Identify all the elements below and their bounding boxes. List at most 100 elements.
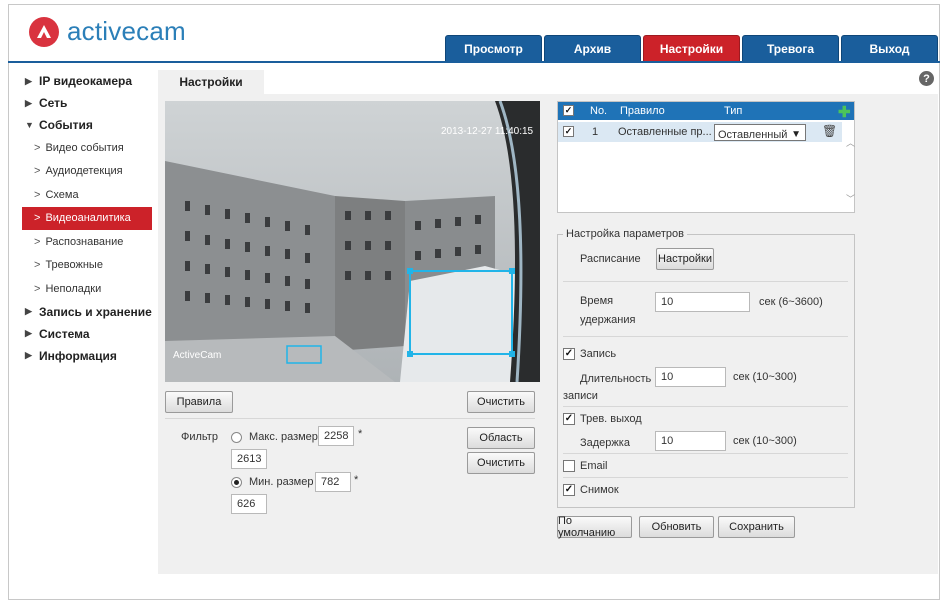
- snapshot-checkbox[interactable]: ✓: [563, 484, 575, 496]
- email-label: Email: [580, 460, 608, 472]
- logo-icon: [29, 16, 59, 47]
- row-no: 1: [592, 126, 599, 138]
- sidebar-item-video-analytics[interactable]: > Видеоаналитика: [22, 206, 152, 230]
- trash-icon[interactable]: 🗑: [822, 124, 837, 138]
- top-nav: Просмотр Архив Настройки Тревога Выход: [445, 35, 940, 62]
- duration-label: Длительность: [580, 373, 652, 385]
- record-label: Запись: [580, 348, 617, 360]
- triangle-down-icon: ▼: [25, 120, 34, 130]
- triangle-right-icon: ▶: [25, 306, 32, 316]
- divider: [563, 406, 848, 407]
- chevron-right-icon: >: [34, 259, 41, 272]
- select-all-checkbox[interactable]: ✓: [563, 105, 574, 116]
- refresh-button[interactable]: Обновить: [639, 516, 714, 538]
- min-size-radio[interactable]: [231, 477, 242, 488]
- col-type: Тип: [724, 105, 743, 117]
- max-width-input[interactable]: 2258: [318, 426, 354, 446]
- chevron-right-icon: >: [34, 282, 41, 295]
- divider: [563, 453, 848, 454]
- chevron-down-icon: ▼: [791, 129, 801, 140]
- triangle-right-icon: ▶: [25, 328, 32, 338]
- min-size-label: Мин. размер: [249, 476, 314, 488]
- schedule-settings-button[interactable]: Настройки: [656, 248, 714, 270]
- email-checkbox[interactable]: [563, 460, 575, 472]
- duration-label-2: записи: [563, 390, 598, 402]
- nav-tab-settings[interactable]: Настройки: [643, 35, 740, 62]
- hold-time-unit: сек (6~3600): [759, 296, 823, 308]
- duration-input[interactable]: 10: [655, 367, 726, 387]
- alarm-out-checkbox[interactable]: ✓: [563, 413, 575, 425]
- scroll-up-icon[interactable]: ︿: [846, 136, 855, 149]
- delay-input[interactable]: 10: [655, 431, 726, 451]
- alarm-out-label: Трев. выход: [580, 413, 642, 425]
- min-height-input[interactable]: 626: [231, 494, 267, 514]
- chevron-right-icon: >: [34, 141, 41, 154]
- snapshot-label: Снимок: [580, 484, 619, 496]
- add-rule-icon[interactable]: ✚: [838, 103, 851, 121]
- rules-table: ✓ No. Правило Тип ✚ ✓ 1 Оставленные пр..…: [557, 101, 855, 213]
- row-checkbox[interactable]: ✓: [563, 126, 574, 137]
- divider: [563, 281, 848, 282]
- sidebar-item-system[interactable]: ▶ Система: [22, 323, 152, 345]
- nav-tab-view[interactable]: Просмотр: [445, 35, 542, 62]
- sidebar-item-faults[interactable]: > Неполадки: [22, 277, 152, 301]
- record-checkbox[interactable]: ✓: [563, 348, 575, 360]
- hold-time-label-2: удержания: [580, 314, 636, 326]
- params-legend: Настройка параметров: [563, 228, 687, 240]
- video-preview[interactable]: 2013-12-27 11:40:15 ActiveCam: [165, 101, 540, 382]
- sidebar-item-info[interactable]: ▶ Информация: [22, 345, 152, 367]
- hold-time-input[interactable]: 10: [655, 292, 750, 312]
- min-width-input[interactable]: 782: [315, 472, 351, 492]
- help-icon[interactable]: ?: [919, 71, 934, 86]
- triangle-right-icon: ▶: [25, 97, 32, 108]
- save-button[interactable]: Сохранить: [718, 516, 795, 538]
- type-select[interactable]: Оставленный ▼: [714, 124, 806, 141]
- max-height-input[interactable]: 2613: [231, 449, 267, 469]
- scroll-down-icon[interactable]: ﹀: [846, 192, 855, 205]
- nav-tab-alarm[interactable]: Тревога: [742, 35, 839, 62]
- chevron-right-icon: >: [34, 188, 41, 201]
- divider: [563, 336, 848, 337]
- duration-unit: сек (10~300): [733, 371, 797, 383]
- nav-tab-archive[interactable]: Архив: [544, 35, 641, 62]
- max-size-label: Макс. размер: [249, 431, 318, 443]
- sidebar-item-ip-camera[interactable]: ▶ IP видеокамера: [22, 70, 152, 92]
- divider: [563, 477, 848, 478]
- clear-area-button[interactable]: Очистить: [467, 452, 535, 474]
- divider: [165, 418, 535, 419]
- filter-label: Фильтр: [181, 431, 218, 443]
- tab-settings-content[interactable]: Настройки: [158, 70, 264, 94]
- min-size-separator: *: [354, 474, 359, 486]
- rules-button[interactable]: Правила: [165, 391, 233, 413]
- max-size-radio[interactable]: [231, 432, 242, 443]
- max-size-separator: *: [358, 428, 363, 440]
- sidebar-item-alarms[interactable]: > Тревожные: [22, 254, 152, 278]
- row-rule: Оставленные пр...: [618, 126, 712, 138]
- header-divider: [8, 61, 940, 63]
- video-overlay-label: ActiveCam: [173, 350, 222, 361]
- area-button[interactable]: Область: [467, 427, 535, 449]
- chevron-right-icon: >: [34, 235, 41, 248]
- clear-button[interactable]: Очистить: [467, 391, 535, 413]
- logo-text: activecam: [67, 16, 186, 46]
- triangle-right-icon: ▶: [25, 75, 32, 86]
- delay-unit: сек (10~300): [733, 435, 797, 447]
- table-row[interactable]: ✓ 1 Оставленные пр... Оставленный ▼ 🗑: [558, 122, 842, 142]
- sidebar-item-schema[interactable]: > Схема: [22, 183, 152, 207]
- rules-table-header: ✓ No. Правило Тип ✚: [558, 102, 854, 121]
- sidebar-item-events[interactable]: ▼ События: [22, 114, 152, 136]
- default-button[interactable]: По умолчанию: [557, 515, 632, 539]
- chevron-right-icon: >: [34, 165, 41, 178]
- sidebar-item-video-events[interactable]: > Видео события: [22, 136, 152, 160]
- delay-label: Задержка: [580, 437, 630, 449]
- sidebar-item-audio-detection[interactable]: > Аудиодетекция: [22, 160, 152, 184]
- nav-tab-logout[interactable]: Выход: [841, 35, 938, 62]
- triangle-right-icon: ▶: [25, 350, 32, 360]
- sidebar-item-network[interactable]: ▶ Сеть: [22, 92, 152, 114]
- sidebar-item-recording-storage[interactable]: ▶ Запись и хранение: [22, 301, 152, 323]
- sidebar-item-recognition[interactable]: > Распознавание: [22, 230, 152, 254]
- video-timestamp: 2013-12-27 11:40:15: [441, 126, 534, 137]
- col-rule: Правило: [620, 105, 665, 117]
- schedule-label: Расписание: [580, 253, 641, 265]
- logo: activecam: [29, 16, 186, 47]
